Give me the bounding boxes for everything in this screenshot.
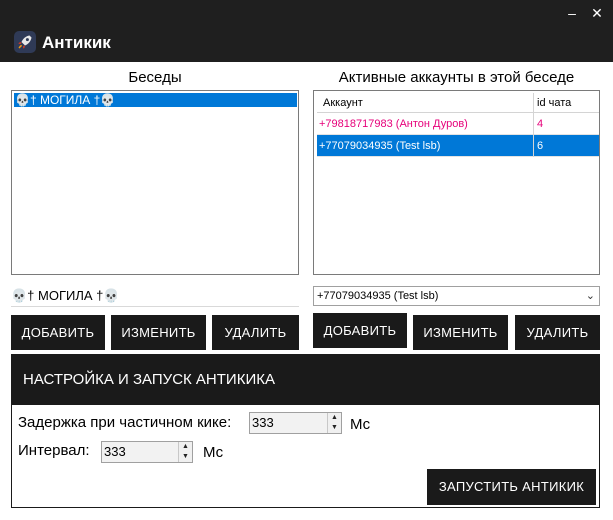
chat-name-field[interactable]: 💀† МОГИЛА †💀: [11, 286, 299, 307]
rocket-icon: [14, 31, 36, 53]
cell-chat-id: 4: [537, 118, 544, 130]
interval-unit: Мс: [203, 444, 224, 461]
cell-account: +79818717983 (Антон Дуров): [319, 118, 468, 130]
close-button[interactable]: ✕: [583, 0, 611, 26]
edit-account-button[interactable]: ИЗМЕНИТЬ: [413, 315, 508, 350]
chats-list[interactable]: 💀† МОГИЛА †💀: [11, 90, 299, 275]
interval-value: 333: [104, 444, 126, 459]
cell-chat-id: 6: [537, 140, 544, 152]
add-account-button[interactable]: ДОБАВИТЬ: [313, 313, 407, 348]
column-divider: [533, 93, 534, 113]
accounts-title: Активные аккаунты в этой беседе: [338, 69, 575, 86]
edit-chat-button[interactable]: ИЗМЕНИТЬ: [111, 315, 206, 350]
delay-spinner[interactable]: 333 ▲ ▼: [249, 412, 342, 434]
list-item[interactable]: 💀† МОГИЛА †💀: [14, 93, 297, 107]
title-bar: Антикик – ✕: [0, 0, 613, 62]
spinner-arrows: ▲ ▼: [178, 442, 192, 462]
minimize-button[interactable]: –: [558, 0, 586, 26]
settings-header: НАСТРОЙКА И ЗАПУСК АНТИКИКА: [11, 354, 600, 405]
spinner-down-icon[interactable]: ▼: [328, 423, 341, 433]
grid-header: Аккаунт id чата: [317, 93, 599, 113]
table-row[interactable]: +77079034935 (Test lsb) 6: [317, 135, 599, 157]
spinner-arrows: ▲ ▼: [327, 413, 341, 433]
column-header-chat-id[interactable]: id чата: [537, 93, 571, 113]
delay-unit: Мс: [350, 416, 371, 433]
delete-chat-button[interactable]: УДАЛИТЬ: [212, 315, 299, 350]
chats-title: Беседы: [128, 69, 182, 86]
settings-title: НАСТРОЙКА И ЗАПУСК АНТИКИКА: [23, 371, 275, 388]
spinner-up-icon[interactable]: ▲: [328, 413, 341, 423]
interval-spinner[interactable]: 333 ▲ ▼: [101, 441, 193, 463]
interval-label: Интервал:: [18, 442, 90, 459]
delete-account-button[interactable]: УДАЛИТЬ: [515, 315, 600, 350]
spinner-up-icon[interactable]: ▲: [179, 442, 192, 452]
account-dropdown[interactable]: +77079034935 (Test lsb) ⌄: [313, 286, 600, 306]
delay-label: Задержка при частичном кике:: [18, 414, 232, 431]
column-divider: [533, 135, 534, 157]
add-chat-button[interactable]: ДОБАВИТЬ: [11, 315, 105, 350]
cell-account: +77079034935 (Test lsb): [319, 140, 441, 152]
app-title: Антикик: [42, 33, 111, 52]
accounts-grid[interactable]: Аккаунт id чата +79818717983 (Антон Дуро…: [313, 90, 600, 275]
account-dropdown-value: +77079034935 (Test lsb): [317, 290, 439, 302]
table-row[interactable]: +79818717983 (Антон Дуров) 4: [317, 113, 599, 135]
chevron-down-icon[interactable]: ⌄: [586, 287, 595, 305]
column-divider: [533, 113, 534, 135]
spinner-down-icon[interactable]: ▼: [179, 452, 192, 462]
start-antikick-button[interactable]: ЗАПУСТИТЬ АНТИКИК: [427, 469, 596, 505]
column-header-account[interactable]: Аккаунт: [323, 93, 363, 113]
delay-value: 333: [252, 415, 274, 430]
